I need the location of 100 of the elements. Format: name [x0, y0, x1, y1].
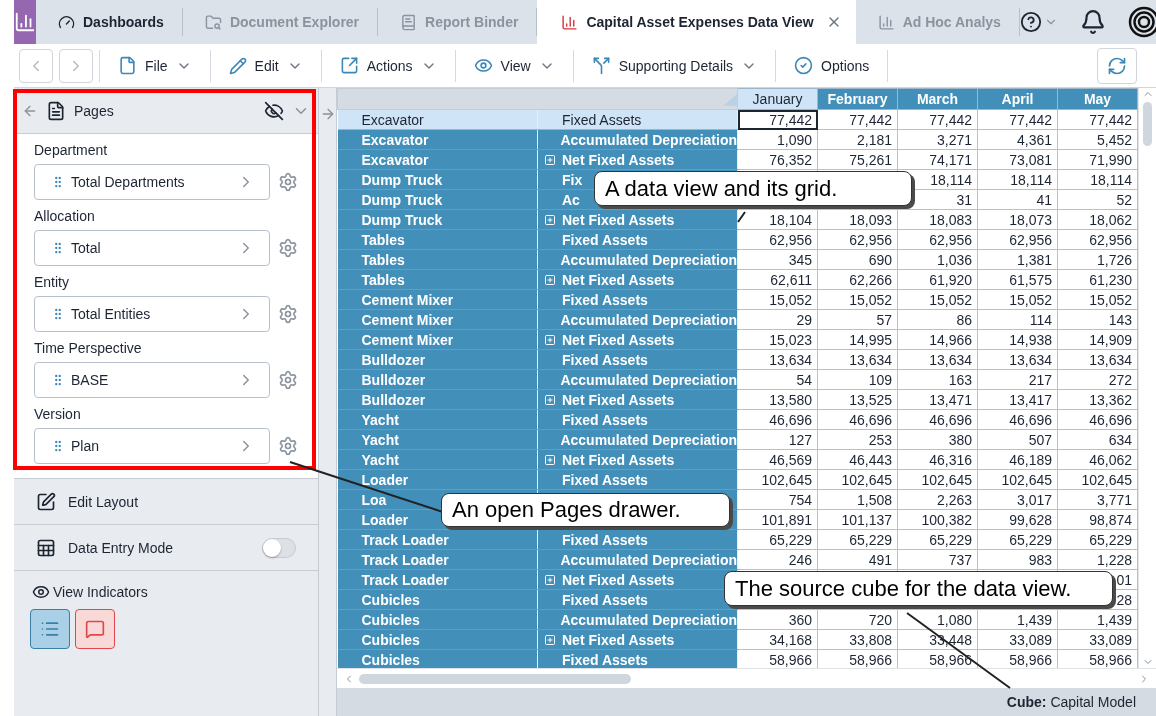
- switch-knob: [263, 538, 281, 557]
- row-header-cell[interactable]: Cubicles: [337, 609, 538, 630]
- scroll-thumb[interactable]: [1143, 102, 1152, 146]
- row-header-cell[interactable]: Track Loader: [337, 529, 538, 550]
- expand-icon[interactable]: [544, 213, 556, 226]
- member-field[interactable]: Plan: [34, 428, 270, 464]
- cube-label: Cube: Capital Model: [1006, 694, 1136, 710]
- row-header-cell[interactable]: Bulldozer: [337, 389, 538, 410]
- target-icon[interactable]: [1127, 6, 1156, 38]
- edit-layout-icon: [36, 491, 56, 512]
- row-header-cell[interactable]: Cement Mixer: [337, 289, 538, 310]
- dimension-label: Version: [34, 405, 82, 424]
- settings-icon[interactable]: [278, 238, 298, 258]
- document-icon: [46, 100, 66, 121]
- row-header-cell[interactable]: Dump Truck: [337, 169, 538, 190]
- grid-edit-icon: [36, 537, 56, 558]
- tab-label: Report Binder: [425, 14, 519, 30]
- member-field[interactable]: Total: [34, 230, 270, 266]
- side-action-label[interactable]: Data Entry Mode: [68, 539, 250, 556]
- row-header-cell[interactable]: Yacht: [337, 449, 538, 470]
- row-header-cell[interactable]: Excavator: [337, 149, 538, 170]
- row-header-cell[interactable]: Track Loader: [337, 549, 538, 570]
- eye-icon: [473, 56, 493, 75]
- app-tab[interactable]: Capital Asset Expenses Data View: [537, 0, 856, 44]
- expand-icon[interactable]: [544, 573, 556, 586]
- toggle-switch[interactable]: [262, 537, 296, 558]
- row-header-cell[interactable]: Excavator: [337, 109, 538, 130]
- folder-search-icon: [204, 13, 222, 31]
- row-header-cell[interactable]: Tables: [337, 229, 538, 250]
- column-header[interactable]: May: [1057, 88, 1138, 110]
- dimension-label: Entity: [34, 273, 70, 292]
- row-header-cell[interactable]: Cubicles: [337, 589, 538, 610]
- row-header-cell[interactable]: Tables: [337, 269, 538, 290]
- menu-button[interactable]: Edit: [210, 48, 321, 83]
- row-header-cell[interactable]: Cement Mixer: [337, 329, 538, 350]
- scroll-thumb[interactable]: [359, 673, 631, 684]
- expand-icon[interactable]: [544, 333, 556, 346]
- expand-icon[interactable]: [544, 393, 556, 406]
- tab-label: Ad Hoc Analys: [902, 14, 1001, 30]
- menu-button[interactable]: Actions: [321, 48, 455, 83]
- row-header-cell[interactable]: Yacht: [337, 429, 538, 450]
- row-header-cell[interactable]: Dump Truck: [337, 189, 538, 210]
- notes-indicator-button[interactable]: [30, 609, 70, 649]
- menu-button[interactable]: View: [455, 48, 573, 83]
- row-header-cell[interactable]: Yacht: [337, 409, 538, 430]
- settings-icon[interactable]: [278, 304, 298, 324]
- side-action-label[interactable]: Edit Layout: [68, 493, 296, 510]
- dimension-label: Department: [34, 141, 109, 160]
- row-header-cell[interactable]: Track Loader: [337, 569, 538, 590]
- column-header[interactable]: April: [977, 88, 1058, 110]
- settings-icon[interactable]: [278, 436, 298, 456]
- drawer-title: Pages: [74, 102, 115, 119]
- refresh-icon: [1107, 55, 1127, 76]
- column-header[interactable]: February: [817, 88, 898, 110]
- expand-icon[interactable]: [544, 453, 556, 466]
- row-header-cell[interactable]: Cement Mixer: [337, 309, 538, 330]
- row-header-cell[interactable]: Tables: [337, 249, 538, 270]
- settings-icon[interactable]: [278, 172, 298, 192]
- dimension-label: Time Perspective: [34, 339, 143, 358]
- check-circle-icon: [794, 56, 814, 75]
- help-button[interactable]: [1019, 11, 1058, 33]
- chart-icon: [561, 13, 579, 31]
- dimension-label: Allocation: [34, 207, 96, 226]
- expand-icon[interactable]: [544, 153, 556, 166]
- file-icon: [118, 56, 137, 75]
- eye-icon: [32, 583, 50, 601]
- app-logo[interactable]: [14, 0, 36, 44]
- help-icon: [1019, 11, 1042, 33]
- leader-line: [737, 211, 746, 223]
- list-icon: [40, 619, 60, 639]
- row-header-cell[interactable]: Excavator: [337, 129, 538, 150]
- tab-label: Capital Asset Expenses Data View: [586, 14, 814, 30]
- expand-icon[interactable]: [544, 633, 556, 646]
- bell-icon[interactable]: [1079, 9, 1106, 35]
- tab-label: Document Explorer: [229, 14, 360, 30]
- row-header-cell[interactable]: Cubicles: [337, 629, 538, 650]
- chart-icon: [14, 11, 36, 33]
- row-header-cell[interactable]: Bulldozer: [337, 349, 538, 370]
- settings-icon[interactable]: [278, 370, 298, 390]
- expand-icon[interactable]: [544, 273, 556, 286]
- app-tab[interactable]: Dashboards: [36, 8, 183, 36]
- member-field[interactable]: Total Entities: [34, 296, 270, 332]
- binder-icon: [400, 13, 418, 31]
- corner-triangle-icon: [723, 94, 737, 106]
- menu-button[interactable]: File: [100, 48, 210, 83]
- row-header-cell[interactable]: Bulldozer: [337, 369, 538, 390]
- row-header-cell[interactable]: Dump Truck: [337, 209, 538, 230]
- column-header[interactable]: January: [737, 88, 818, 110]
- split-arrow-icon: [591, 56, 611, 75]
- eye-off-icon[interactable]: [264, 100, 284, 121]
- column-header[interactable]: March: [897, 88, 978, 110]
- callout-tooltip: An open Pages drawer.: [441, 493, 730, 527]
- chart-icon: [877, 13, 895, 31]
- comments-indicator-button[interactable]: [75, 609, 115, 649]
- refresh-button[interactable]: [1097, 47, 1137, 84]
- member-field[interactable]: BASE: [34, 362, 270, 398]
- menu-button[interactable]: Options: [776, 48, 888, 83]
- row-header-cell[interactable]: Cubicles: [337, 649, 538, 670]
- menu-button[interactable]: Supporting Details: [573, 48, 776, 83]
- member-field[interactable]: Total Departments: [34, 164, 270, 200]
